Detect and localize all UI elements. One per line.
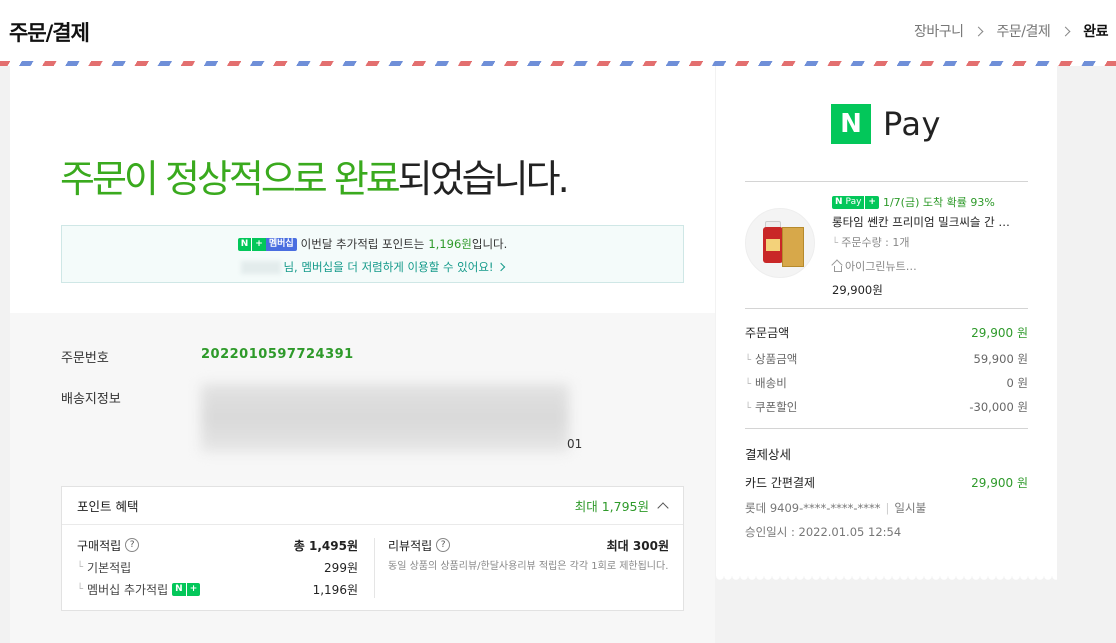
- member-points-value: 1,196원: [312, 582, 358, 597]
- purchase-points-row: 구매적립? 총 1,495원: [77, 537, 358, 553]
- basic-points-label: 기본적립: [87, 560, 132, 575]
- main-panel: 주문이 정상적으로 완료되었습니다. N + 멤버십 이번달 추가적립 포인트는 1…: [10, 66, 715, 643]
- membership-points-line: N + 멤버십 이번달 추가적립 포인트는 1,196원입니다.: [62, 236, 683, 252]
- address-label: 배송지정보: [61, 392, 121, 407]
- product-amount-label: 상품금액: [755, 352, 798, 366]
- headline-rest: 되었습니다.: [397, 157, 570, 201]
- product-info: N Pay + 1/7(금) 도착 확률 93% 롱타임 쎈칸 프리미엄 밀크씨슬 …: [832, 194, 1032, 298]
- membership-text-after: 입니다.: [471, 237, 508, 251]
- delivery-estimate: N Pay + 1/7(금) 도착 확률 93%: [832, 194, 1032, 210]
- help-icon[interactable]: ?: [125, 538, 140, 552]
- membership-text-before: 이번달 추가적립 포인트는: [300, 237, 425, 251]
- coupon-label: 쿠폰할인: [755, 400, 798, 414]
- order-amount-label: 주문금액: [745, 326, 790, 340]
- help-icon[interactable]: ?: [436, 538, 451, 552]
- divider: [745, 181, 1028, 182]
- payment-amount: 29,900 원: [971, 476, 1028, 490]
- top-bar: 주문/결제 장바구니 주문/결제 완료: [0, 0, 1116, 61]
- payment-method-row: 카드 간편결제 29,900 원: [745, 474, 1028, 491]
- membership-link[interactable]: 님, 멤버십을 더 저렴하게 이용할 수 있어요!: [62, 259, 683, 275]
- review-points-max: 최대 300원: [606, 538, 669, 553]
- naver-n-icon: N: [831, 104, 871, 144]
- points-benefit-panel: 포인트 혜택 최대 1,795원 구매적립? 총 1,495원 └ 기본적립 29…: [61, 486, 684, 611]
- membership-banner: N + 멤버십 이번달 추가적립 포인트는 1,196원입니다. 님, 멤버십을 더…: [61, 225, 684, 283]
- step-order-payment: 주문/결제: [996, 24, 1051, 40]
- points-benefit-header[interactable]: 포인트 혜택 최대 1,795원: [62, 487, 683, 525]
- divider: [745, 308, 1028, 309]
- step-complete: 완료: [1083, 24, 1108, 40]
- purchase-points-column: 구매적립? 총 1,495원 └ 기본적립 299원 └ 멤버십 추가적립 N + 1…: [77, 537, 358, 597]
- step-indicator: 장바구니 주문/결제 완료: [913, 21, 1109, 41]
- chevron-right-icon: [1060, 26, 1071, 36]
- order-number: 2022010597724391: [201, 347, 354, 362]
- naver-plus-badge: N +: [172, 582, 201, 596]
- naver-pay-logo: N Pay: [831, 104, 941, 144]
- step-cart: 장바구니: [913, 24, 964, 40]
- chevron-right-icon: [974, 26, 984, 36]
- naver-pay-receipt: N Pay N Pay + 1/7(금) 도착 확률 93% 롱타임 쎈칸 프리미엄…: [716, 66, 1057, 582]
- review-points-label: 리뷰적립: [388, 538, 433, 553]
- store-name[interactable]: 아이그린뉴트…: [832, 258, 1032, 274]
- card-info: 롯데 9409-****-****-**** | 일시불: [745, 501, 927, 515]
- product-thumbnail[interactable]: [745, 208, 815, 278]
- membership-points: 1,196원: [428, 237, 472, 251]
- member-points-row: └ 멤버십 추가적립 N + 1,196원: [77, 582, 358, 597]
- payment-method: 카드 간편결제: [745, 476, 816, 490]
- completion-section: 주문이 정상적으로 완료되었습니다. N + 멤버십 이번달 추가적립 포인트는 1…: [10, 66, 715, 313]
- payment-detail-title: 결제상세: [745, 447, 792, 462]
- headline-green: 주문이 정상적으로 완료: [60, 157, 401, 201]
- points-benefit-max: 최대 1,795원: [575, 496, 669, 515]
- card-number: 롯데 9409-****-****-****: [745, 501, 881, 515]
- coupon-row: └ 쿠폰할인 -30,000 원: [745, 400, 1028, 414]
- review-points-note: 동일 상품의 상품리뷰/한달사용리뷰 적립은 각각 1회로 제한됩니다.: [388, 561, 669, 572]
- installment: 일시불: [894, 501, 927, 515]
- address-tail: 01: [567, 437, 583, 451]
- points-benefit-body: 구매적립? 총 1,495원 └ 기본적립 299원 └ 멤버십 추가적립 N + 1…: [62, 525, 683, 611]
- order-amount: 29,900 원: [971, 326, 1028, 340]
- product-amount: 59,900 원: [973, 352, 1028, 366]
- shipping-row: └ 배송비 0 원: [745, 376, 1028, 390]
- blurred-address: [201, 384, 569, 452]
- purchase-points-label: 구매적립: [77, 538, 122, 553]
- chevron-up-icon[interactable]: [657, 501, 669, 514]
- purchase-points-total: 총 1,495원: [293, 538, 358, 553]
- basic-points-row: └ 기본적립 299원: [77, 560, 358, 575]
- product-amount-row: └ 상품금액 59,900 원: [745, 352, 1028, 366]
- shipping-label: 배송비: [755, 376, 787, 390]
- review-points-column: 리뷰적립? 최대 300원 동일 상품의 상품리뷰/한달사용리뷰 적립은 각각 …: [388, 537, 669, 574]
- product-quantity: └ 주문수량 : 1개: [832, 236, 910, 249]
- chevron-right-icon: [496, 262, 505, 272]
- pay-logo-text: Pay: [883, 105, 941, 143]
- product-name[interactable]: 롱타임 쎈칸 프리미엄 밀크씨슬 간 …: [832, 214, 1032, 230]
- delivery-text: 1/7(금) 도착 확률 93%: [882, 196, 995, 209]
- naver-plus-membership-badge: N + 멤버십: [237, 237, 297, 251]
- approval-time: 승인일시 : 2022.01.05 12:54: [745, 525, 902, 539]
- order-number-label: 주문번호: [61, 351, 109, 366]
- order-amount-row: 주문금액 29,900 원: [745, 324, 1028, 341]
- naver-pay-plus-badge: N Pay +: [832, 195, 879, 209]
- coupon-amount: -30,000 원: [969, 400, 1028, 414]
- page-title: 주문/결제: [9, 21, 90, 45]
- column-divider: [374, 538, 375, 598]
- blurred-username: [241, 260, 282, 274]
- shipping-amount: 0 원: [1006, 376, 1028, 390]
- divider: [745, 428, 1028, 429]
- completion-headline: 주문이 정상적으로 완료되었습니다.: [60, 148, 570, 203]
- membership-link-text: 님, 멤버십을 더 저렴하게 이용할 수 있어요!: [283, 260, 494, 274]
- product-price: 29,900원: [832, 283, 883, 297]
- review-points-row: 리뷰적립? 최대 300원: [388, 537, 669, 553]
- points-benefit-title: 포인트 혜택: [77, 499, 139, 514]
- member-points-label: 멤버십 추가적립: [87, 582, 169, 597]
- store-home-icon: [832, 262, 842, 272]
- basic-points-value: 299원: [324, 560, 358, 575]
